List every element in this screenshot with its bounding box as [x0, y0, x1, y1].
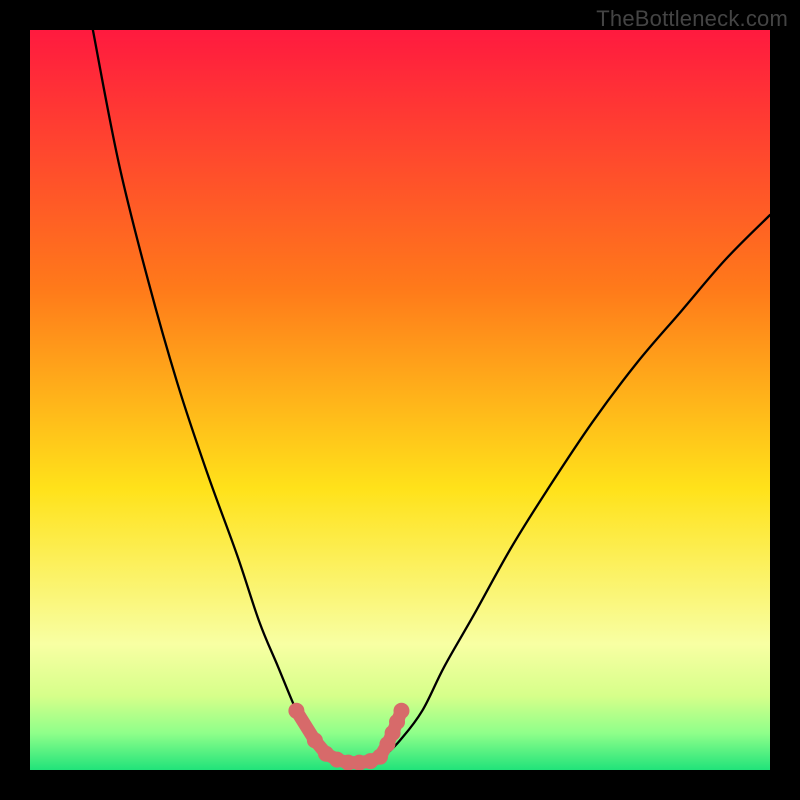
marker-dot: [288, 703, 304, 719]
marker-dot: [393, 703, 409, 719]
heatmap-background: [30, 30, 770, 770]
image-frame: TheBottleneck.com: [0, 0, 800, 800]
marker-dot: [307, 732, 323, 748]
plot-area: [30, 30, 770, 770]
chart-svg: [30, 30, 770, 770]
watermark-text: TheBottleneck.com: [596, 6, 788, 32]
